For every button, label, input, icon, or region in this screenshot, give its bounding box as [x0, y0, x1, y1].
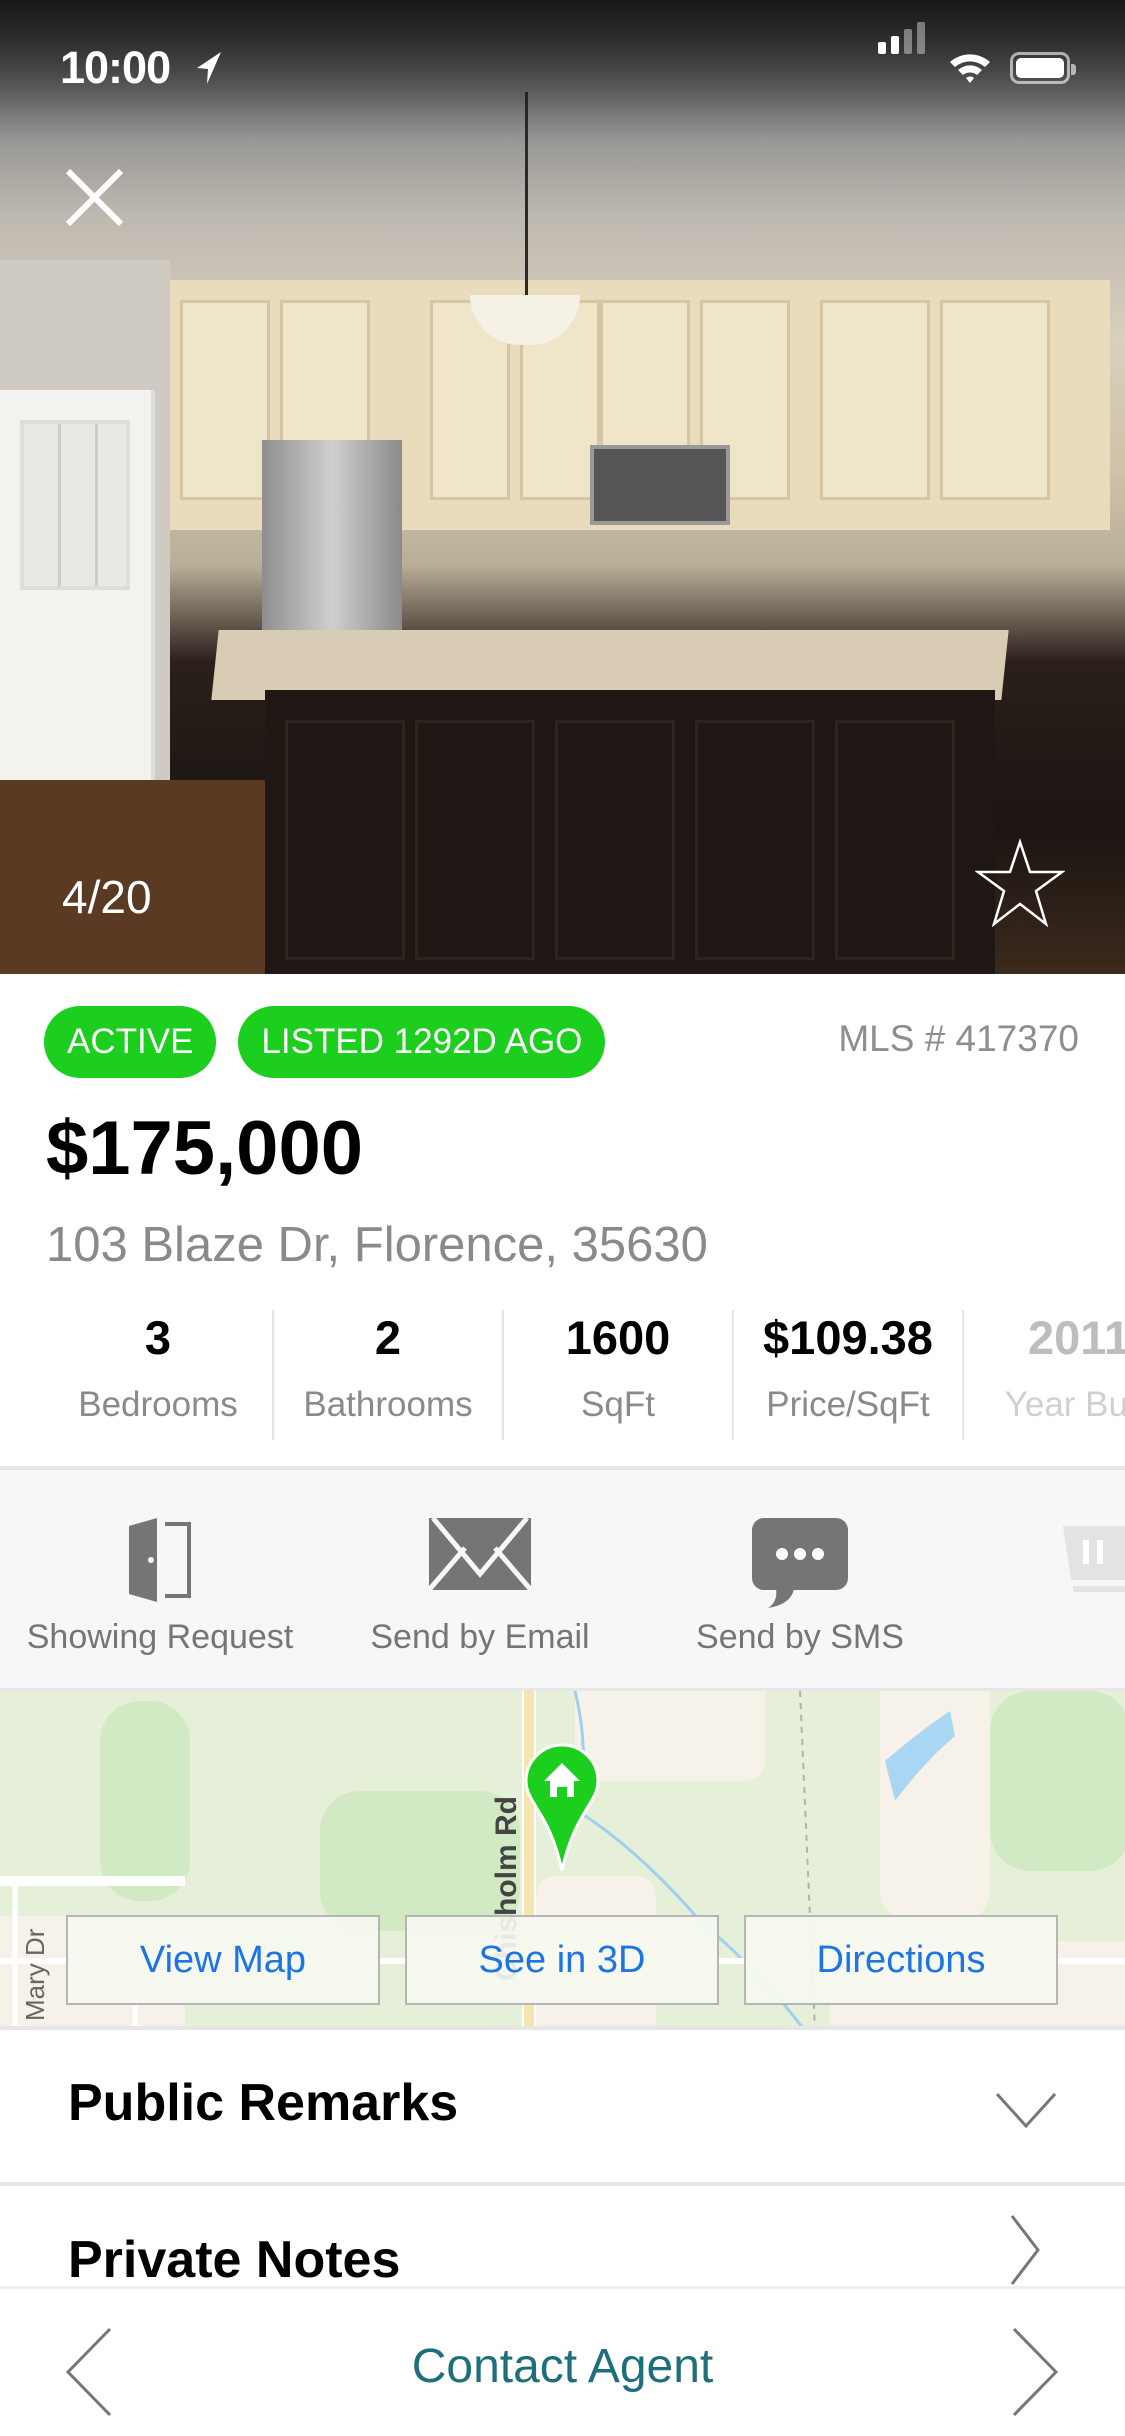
battery-icon: [1010, 52, 1076, 84]
action-bar[interactable]: Showing Request Send by Email Send by SM…: [0, 1470, 1125, 1688]
home-pin-icon[interactable]: [524, 1743, 600, 1873]
contact-agent-button[interactable]: Contact Agent: [0, 2339, 1125, 2394]
view-map-button[interactable]: View Map: [66, 1915, 380, 2005]
stat-label: Year Built: [1004, 1385, 1125, 1424]
stat-label: Bathrooms: [303, 1385, 473, 1424]
bottom-bar: Contact Agent: [0, 2286, 1125, 2436]
directions-button[interactable]: Directions: [744, 1915, 1058, 2005]
photo-island: [265, 690, 995, 974]
status-badge-active: ACTIVE: [44, 1006, 217, 1078]
private-notes-section[interactable]: Private Notes: [0, 2186, 1125, 2286]
map-buttons: View Map See in 3D Directions: [66, 1915, 1058, 2005]
send-by-email-button[interactable]: Send by Email: [320, 1470, 640, 1688]
stat-sqft: 1600 SqFt: [504, 1310, 734, 1440]
street-label: Mary Dr: [20, 1928, 50, 2021]
stat-value: 1600: [565, 1311, 671, 1364]
photo-counter: 4/20: [62, 871, 152, 923]
public-remarks-section[interactable]: Public Remarks: [0, 2030, 1125, 2182]
chat-bubble-icon: [752, 1518, 848, 1608]
stat-bathrooms: 2 Bathrooms: [274, 1310, 504, 1440]
listing-price: $175,000: [46, 1106, 363, 1191]
wifi-icon: [950, 54, 990, 83]
status-time: 10:00: [60, 42, 171, 93]
see-in-3d-button[interactable]: See in 3D: [405, 1915, 719, 2005]
photo-fridge: [262, 440, 402, 660]
listing-address: 103 Blaze Dr, Florence, 35630: [46, 1218, 708, 1272]
stat-price-per-sqft: $109.38 Price/SqFt: [734, 1310, 964, 1440]
mls-number: MLS # 417370: [838, 1018, 1079, 1059]
photo-microwave: [590, 445, 730, 525]
envelope-icon: [429, 1518, 531, 1590]
action-label: Send by Email: [370, 1618, 590, 1656]
action-label: Showing Request: [26, 1618, 294, 1656]
stat-value: $109.38: [763, 1311, 933, 1364]
stat-value: 2: [374, 1311, 402, 1364]
stat-label: SqFt: [581, 1385, 655, 1424]
stats-row[interactable]: 3 Bedrooms 2 Bathrooms 1600 SqFt $109.38…: [0, 1310, 1125, 1440]
section-title: Private Notes: [68, 2231, 401, 2286]
action-label: Send by SMS: [696, 1618, 904, 1656]
status-badges: ACTIVE LISTED 1292D AGO: [44, 1006, 606, 1078]
location-arrow-icon: [197, 52, 221, 84]
stat-bedrooms: 3 Bedrooms: [0, 1310, 274, 1440]
chevron-down-icon: [995, 2092, 1057, 2128]
add-to-cart-button[interactable]: Add to Cart: [960, 1470, 1125, 1688]
showing-request-button[interactable]: Showing Request: [0, 1470, 320, 1688]
chevron-right-icon[interactable]: [1010, 2327, 1060, 2417]
cart-icon: [1063, 1526, 1125, 1592]
send-by-sms-button[interactable]: Send by SMS: [640, 1470, 960, 1688]
star-outline-icon[interactable]: [975, 838, 1065, 928]
photo-door: [0, 390, 155, 820]
stat-year-built: 2011 Year Built: [964, 1310, 1125, 1440]
chevron-right-icon: [1010, 2215, 1040, 2285]
close-icon[interactable]: [62, 165, 127, 230]
stat-value: 2011: [1028, 1311, 1125, 1364]
status-bar: 10:00: [0, 0, 1125, 135]
listing-photo[interactable]: [0, 0, 1125, 974]
door-icon: [129, 1518, 191, 1602]
stat-label: Price/SqFt: [766, 1385, 930, 1424]
status-badge-listed: LISTED 1292D AGO: [238, 1006, 606, 1078]
stat-value: 3: [144, 1311, 172, 1364]
stat-label: Bedrooms: [78, 1385, 238, 1424]
section-title: Public Remarks: [68, 2074, 459, 2132]
